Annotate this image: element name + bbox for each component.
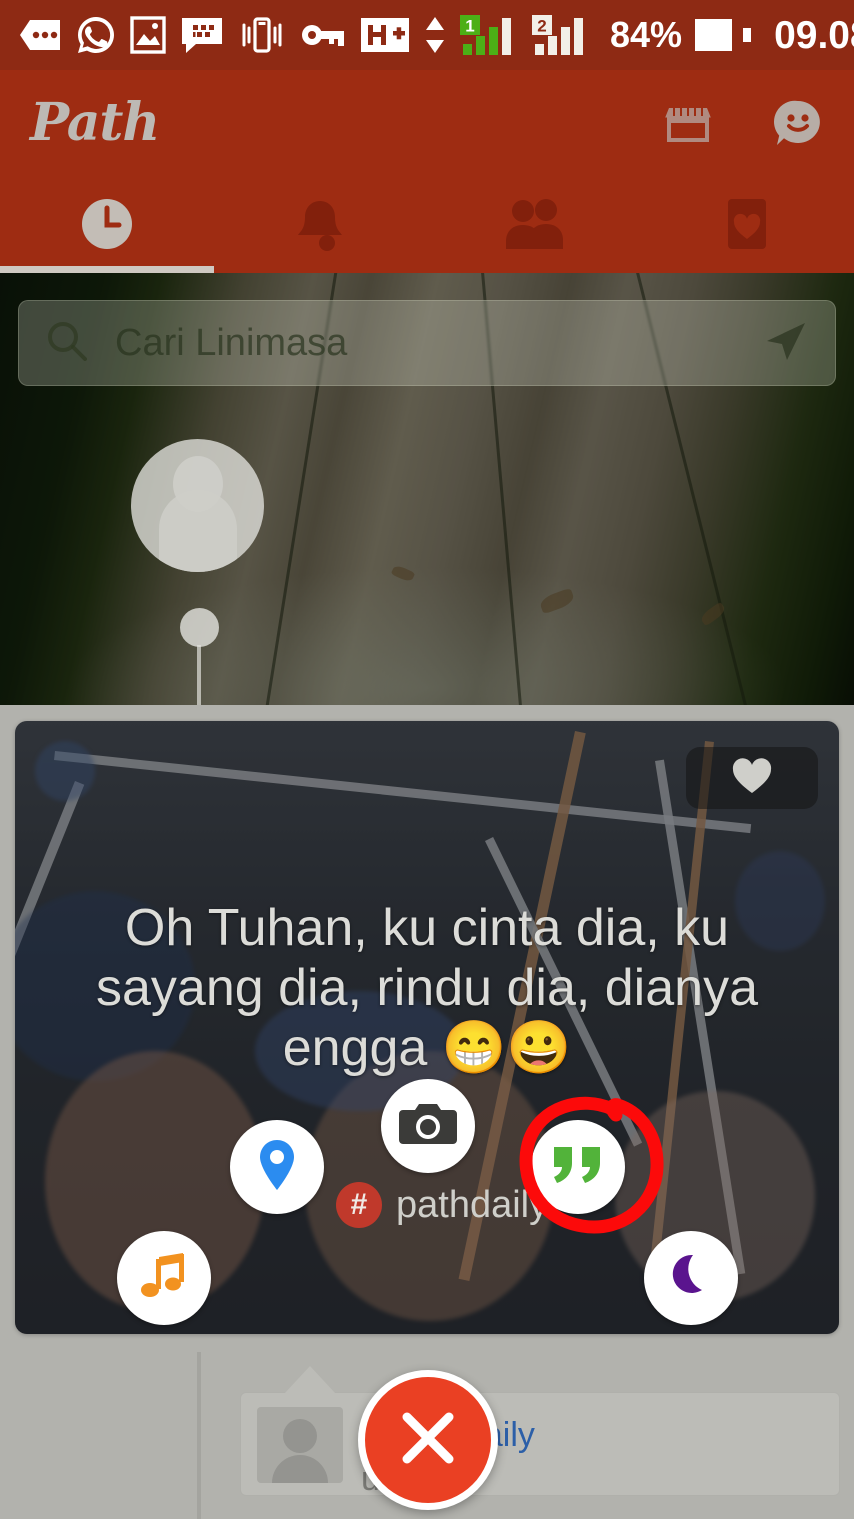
location-pin-icon — [252, 1137, 302, 1198]
battery-icon — [694, 12, 754, 58]
tab-friends[interactable] — [427, 175, 641, 273]
vibrate-icon — [238, 12, 286, 58]
cover-photo-area: Cari Linimasa — [0, 273, 854, 705]
music-note-icon — [139, 1251, 189, 1306]
user-avatar[interactable] — [131, 439, 264, 572]
search-icon — [45, 319, 89, 368]
hashtag-label: pathdaily — [396, 1183, 549, 1226]
search-bar[interactable]: Cari Linimasa — [18, 300, 836, 386]
sleep-button[interactable] — [644, 1231, 738, 1325]
hplus-network-icon — [360, 12, 410, 58]
status-clock: 09.08 — [774, 13, 854, 57]
sim1-signal-icon: 1 — [460, 12, 518, 58]
timeline-connector-line — [197, 645, 201, 707]
photo-button[interactable] — [381, 1079, 475, 1173]
tab-timeline[interactable] — [0, 175, 214, 273]
moon-icon — [666, 1250, 716, 1307]
quote-icon — [550, 1143, 606, 1192]
tab-moments[interactable] — [641, 175, 854, 273]
tab-bar — [0, 175, 854, 273]
post-text: Oh Tuhan, ku cinta dia, ku sayang dia, r… — [95, 899, 758, 1077]
thought-button[interactable] — [531, 1120, 625, 1214]
active-tab-underline — [0, 266, 214, 273]
heart-icon — [731, 757, 773, 800]
data-transfer-arrows-icon — [424, 12, 446, 58]
close-button[interactable] — [358, 1370, 498, 1510]
svg-text:1: 1 — [465, 17, 474, 36]
app-bar-top-row: Path — [0, 70, 854, 175]
search-input-placeholder: Cari Linimasa — [115, 321, 348, 364]
smiley-chat-icon[interactable] — [772, 97, 824, 149]
whatsapp-icon — [76, 12, 116, 58]
tab-notifications[interactable] — [214, 175, 428, 273]
app-bar-actions — [662, 97, 824, 149]
path-logo: Path — [30, 91, 160, 153]
like-button[interactable] — [686, 747, 818, 809]
bbm-chat-icon — [180, 12, 224, 58]
timeline-line-lower — [197, 1352, 201, 1519]
gallery-image-icon — [130, 12, 166, 58]
comment-card-tail — [284, 1366, 336, 1394]
music-button[interactable] — [117, 1231, 211, 1325]
status-bar: 1 2 84% 09.08 — [0, 0, 854, 70]
hash-badge-icon: # — [336, 1182, 382, 1228]
send-arrow-icon[interactable] — [761, 317, 809, 370]
post-hashtag[interactable]: # pathdaily — [336, 1182, 548, 1228]
comment-card[interactable]: : #pathdaily u — [240, 1392, 840, 1498]
shop-icon[interactable] — [662, 97, 714, 149]
battery-percent-label: 84% — [610, 14, 683, 55]
svg-text:2: 2 — [537, 17, 546, 36]
message-dots-icon — [18, 12, 62, 58]
sim2-signal-icon: 2 — [532, 12, 590, 58]
phone-screen: 1 2 84% 09.08 Path — [0, 0, 854, 1519]
camera-icon — [399, 1100, 457, 1153]
vpn-key-icon — [300, 12, 346, 58]
close-x-icon — [391, 1401, 465, 1480]
timeline-dot — [180, 608, 219, 647]
avatar-silhouette-icon — [158, 456, 237, 572]
comment-avatar — [257, 1407, 343, 1483]
app-bar: Path — [0, 70, 854, 273]
place-button[interactable] — [230, 1120, 324, 1214]
